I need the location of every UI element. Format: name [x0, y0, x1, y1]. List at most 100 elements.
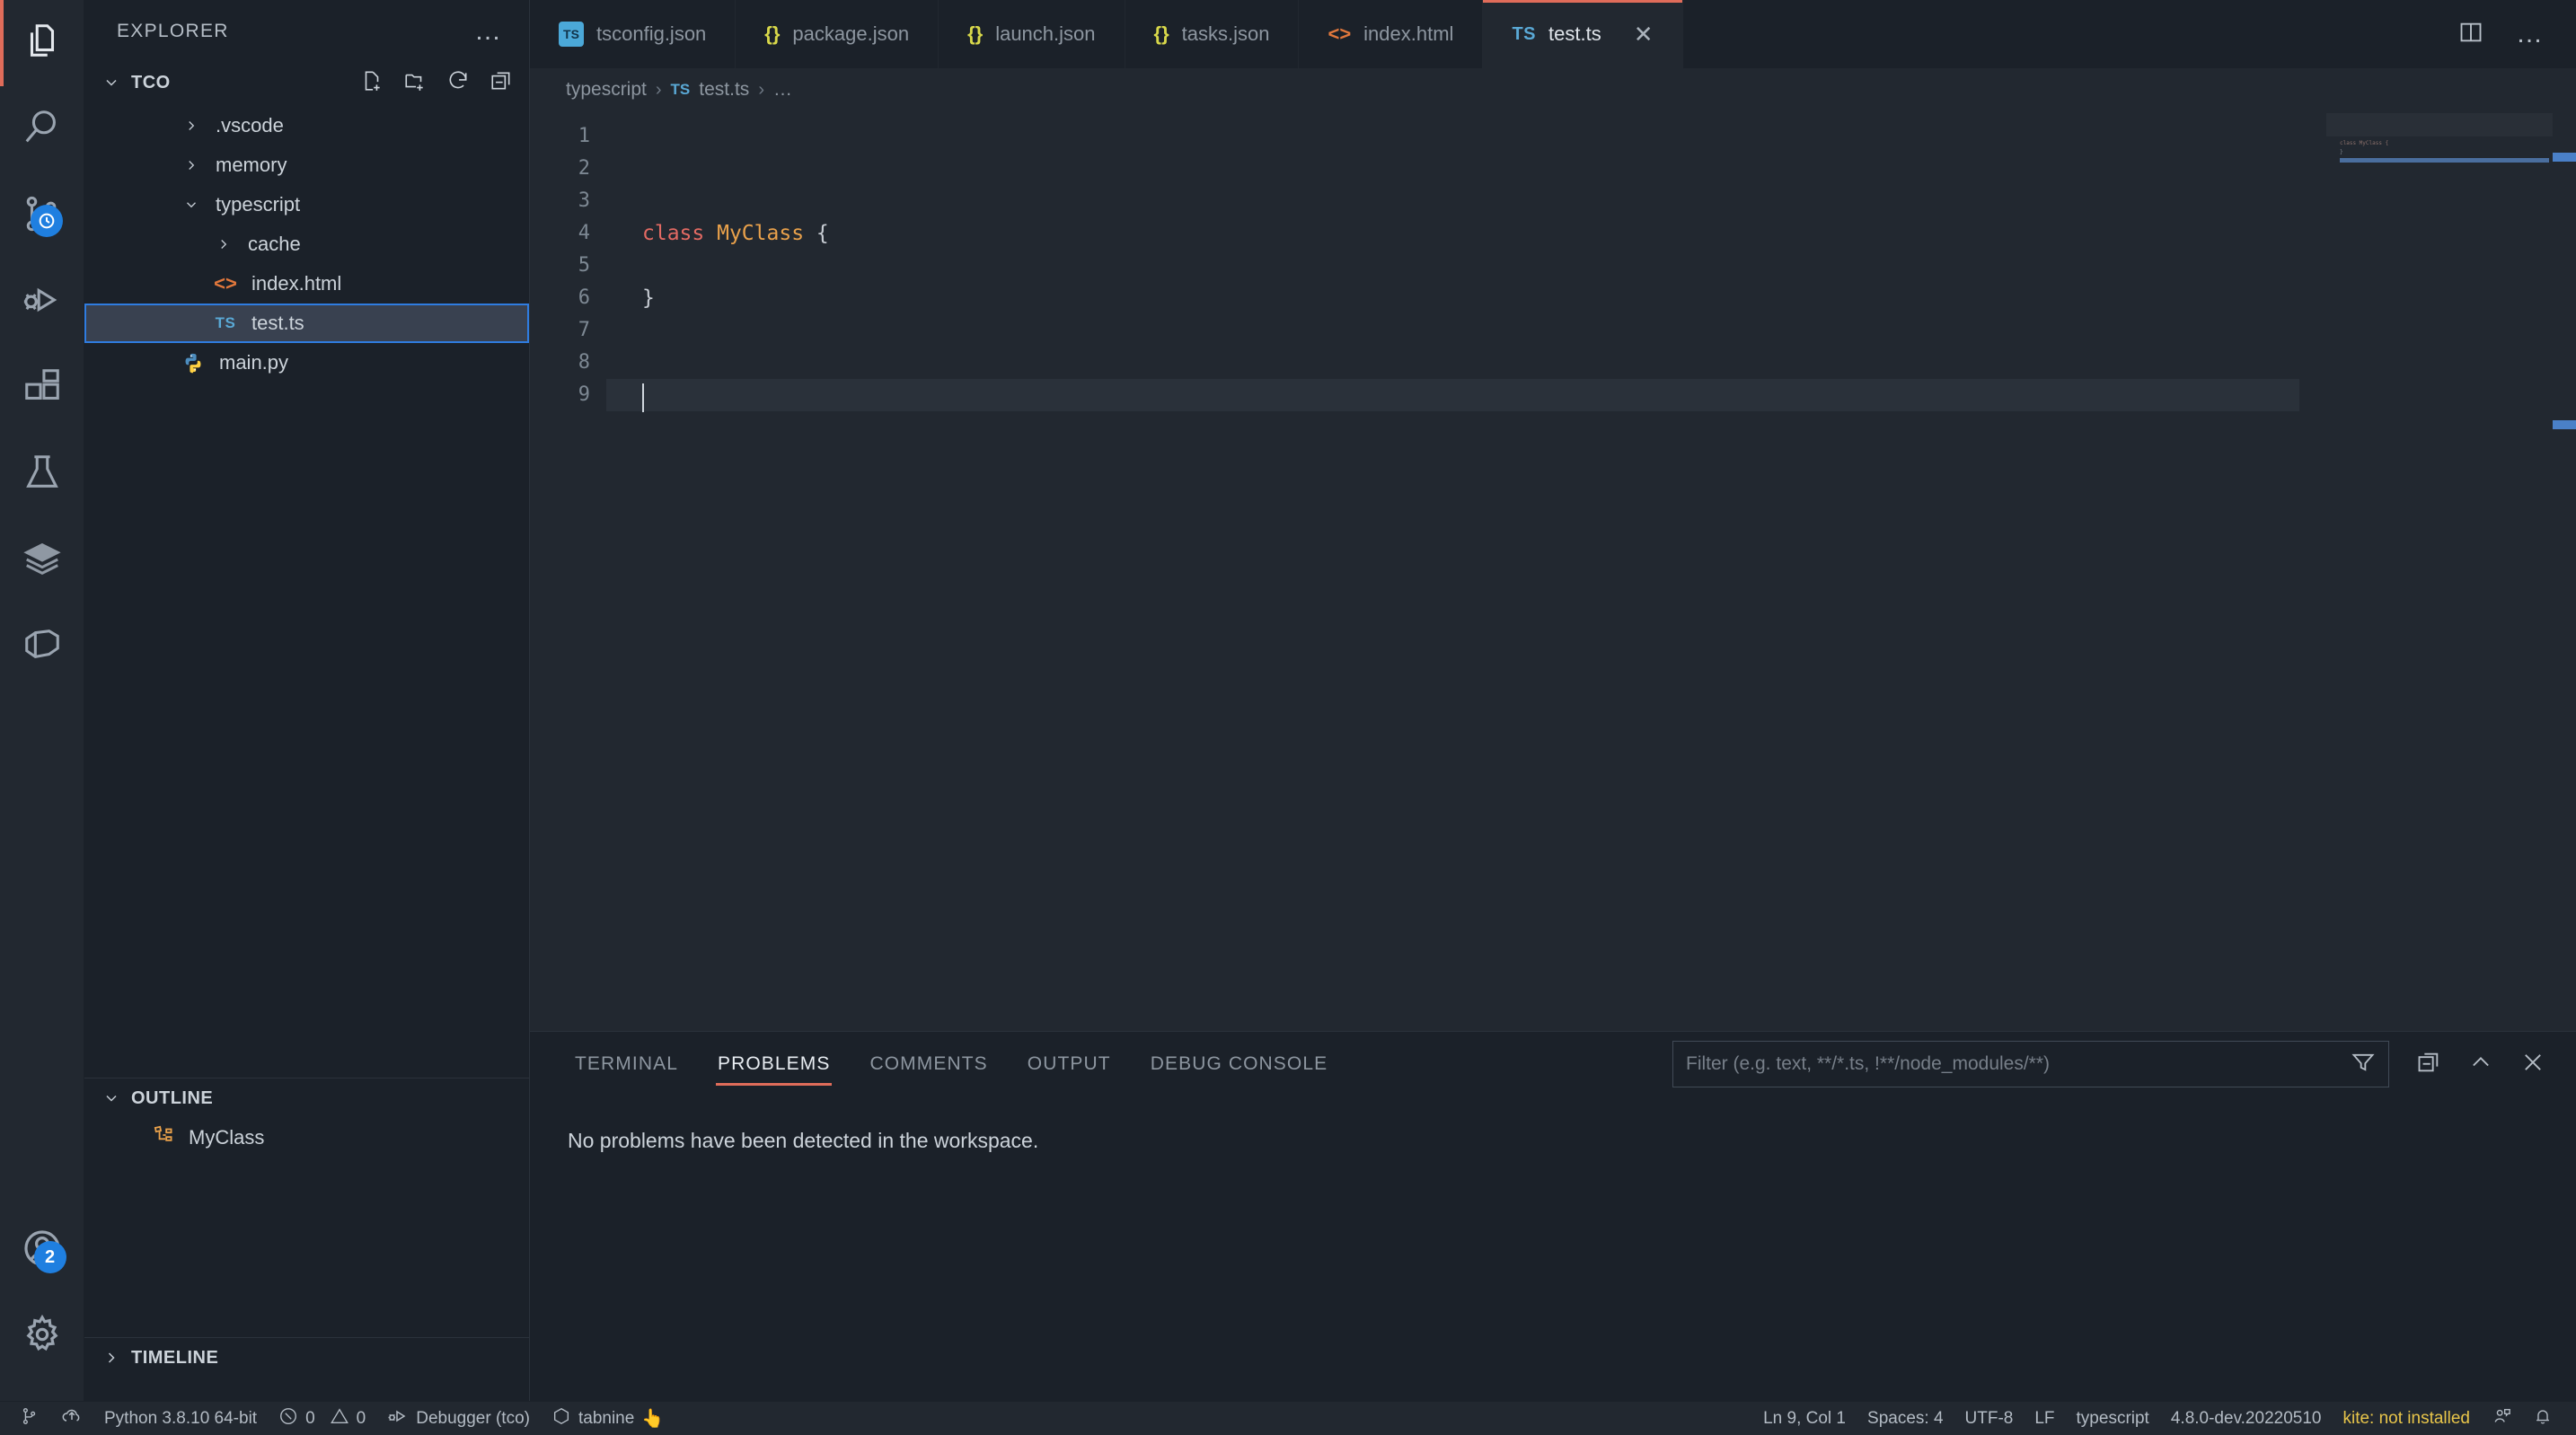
tree-row-cache[interactable]: cache: [84, 224, 529, 264]
tree-row-index-html[interactable]: <> index.html: [84, 264, 529, 304]
chevron-right-icon: ›: [758, 79, 764, 100]
split-editor-icon[interactable]: [2458, 20, 2483, 49]
tab-label: package.json: [792, 22, 910, 45]
status-problems-count[interactable]: 0 0: [268, 1402, 376, 1435]
timeline-section-header[interactable]: TIMELINE: [84, 1338, 529, 1378]
status-python-interpreter[interactable]: Python 3.8.10 64-bit: [93, 1402, 268, 1435]
warning-icon: [330, 1406, 349, 1431]
sidebar-title: EXPLORER: [117, 21, 229, 41]
outline-title: OUTLINE: [131, 1087, 214, 1108]
tab-launch-json[interactable]: {} launch.json: [939, 0, 1125, 68]
status-cursor-position[interactable]: Ln 9, Col 1: [1752, 1402, 1857, 1435]
activity-item-run-and-debug[interactable]: [0, 259, 84, 345]
activity-item-accounts[interactable]: 2: [0, 1207, 84, 1293]
ts-icon: TS: [670, 81, 691, 98]
panel-tab-comments[interactable]: COMMENTS: [850, 1032, 1007, 1096]
token-keyword: class: [642, 222, 705, 245]
debug-alt-icon: [387, 1405, 409, 1432]
more-actions-icon[interactable]: …: [2516, 21, 2545, 48]
sidebar: EXPLORER … TCO .vscode memory typescript…: [84, 0, 530, 1401]
tab-tasks-json[interactable]: {} tasks.json: [1125, 0, 1300, 68]
line-number: 6: [578, 286, 590, 309]
filter-icon[interactable]: [2351, 1050, 2376, 1079]
tab-label: tsconfig.json: [596, 22, 707, 45]
tree-row-typescript[interactable]: typescript: [84, 185, 529, 224]
outline-item-myclass[interactable]: MyClass: [84, 1118, 529, 1158]
tab-package-json[interactable]: {} package.json: [736, 0, 940, 68]
breadcrumb-item-folder[interactable]: typescript: [566, 79, 647, 101]
tab-list: TS tsconfig.json {} package.json {} laun…: [530, 0, 1683, 68]
extensions-icon: [22, 365, 63, 411]
sidebar-title-bar: EXPLORER …: [84, 0, 529, 63]
sidebar-more-actions-icon[interactable]: …: [474, 18, 504, 45]
html-icon: <>: [214, 272, 237, 295]
breadcrumb-item-file[interactable]: test.ts: [699, 79, 749, 101]
filter-input[interactable]: [1686, 1053, 2340, 1075]
activity-item-search[interactable]: [0, 86, 84, 172]
tree-row-vscode[interactable]: .vscode: [84, 106, 529, 145]
code-line: class MyClass {: [606, 217, 2576, 250]
editor-actions: …: [2458, 0, 2576, 68]
problems-filter[interactable]: [1672, 1041, 2389, 1087]
status-eol[interactable]: LF: [2024, 1402, 2065, 1435]
tree-row-test-ts[interactable]: TS test.ts: [84, 304, 529, 343]
collapse-all-icon[interactable]: [490, 69, 513, 97]
activity-item-explorer[interactable]: [0, 0, 84, 86]
status-kite[interactable]: kite: not installed: [2332, 1402, 2481, 1435]
status-remote-indicator[interactable]: [0, 1402, 50, 1435]
tab-test-ts[interactable]: TS test.ts ✕: [1483, 0, 1683, 68]
status-tabnine[interactable]: tabnine 👆: [541, 1402, 675, 1435]
status-encoding[interactable]: UTF-8: [1954, 1402, 2025, 1435]
chevron-down-icon: [101, 1089, 122, 1107]
symbol-class-icon: [153, 1123, 176, 1152]
overview-cursor-mark: [2553, 153, 2576, 162]
status-language-mode[interactable]: typescript: [2066, 1402, 2160, 1435]
breadcrumb-item-symbols[interactable]: …: [773, 79, 792, 101]
tree-label: test.ts: [251, 312, 304, 334]
new-folder-icon[interactable]: [403, 69, 427, 97]
remote-icon: [20, 1406, 40, 1431]
activity-item-testing[interactable]: [0, 431, 84, 517]
tree-row-memory[interactable]: memory: [84, 145, 529, 185]
tab-index-html[interactable]: <> index.html: [1299, 0, 1484, 68]
panel-tab-output[interactable]: OUTPUT: [1008, 1032, 1131, 1096]
clear-icon[interactable]: [2416, 1050, 2441, 1079]
maximize-panel-icon[interactable]: [2468, 1050, 2493, 1079]
tab-label: test.ts: [1548, 22, 1601, 45]
tree-row-main-py[interactable]: main.py: [84, 343, 529, 383]
activity-bar-bottom: 2: [0, 1207, 84, 1401]
activity-item-remote-explorer[interactable]: [0, 517, 84, 603]
editor-group: TS tsconfig.json {} package.json {} laun…: [530, 0, 2576, 1401]
line-number: 7: [578, 319, 590, 341]
accounts-badge: 2: [33, 1241, 66, 1273]
activity-item-extensions[interactable]: [0, 345, 84, 431]
status-debugger[interactable]: Debugger (tco): [376, 1402, 541, 1435]
file-tree: .vscode memory typescript cache <> index…: [84, 102, 529, 383]
panel-tab-problems[interactable]: PROBLEMS: [698, 1032, 851, 1096]
activity-item-docker[interactable]: [0, 603, 84, 690]
refresh-icon[interactable]: [446, 69, 470, 97]
status-notifications[interactable]: [2522, 1402, 2563, 1435]
status-sync-changes[interactable]: [50, 1402, 93, 1435]
code-editor[interactable]: 1 2 3 4 5 6 7 8 9 class MyClass { } clas…: [530, 111, 2576, 1031]
token-punctuation: {: [804, 222, 829, 245]
cloud-upload-icon: [61, 1405, 83, 1432]
status-indentation[interactable]: Spaces: 4: [1857, 1402, 1954, 1435]
status-feedback[interactable]: [2481, 1402, 2522, 1435]
panel-tab-terminal[interactable]: TERMINAL: [555, 1032, 698, 1096]
activity-item-source-control[interactable]: [0, 172, 84, 259]
code-lines[interactable]: class MyClass { }: [606, 111, 2576, 1031]
panel-tab-debug-console[interactable]: DEBUG CONSOLE: [1131, 1032, 1348, 1096]
outline-section-header[interactable]: OUTLINE: [84, 1078, 529, 1118]
explorer-section-header[interactable]: TCO: [84, 63, 529, 102]
close-icon[interactable]: ✕: [1634, 22, 1654, 46]
status-typescript-version[interactable]: 4.8.0-dev.20220510: [2160, 1402, 2333, 1435]
activity-item-manage[interactable]: [0, 1293, 84, 1379]
close-panel-icon[interactable]: [2520, 1050, 2545, 1079]
new-file-icon[interactable]: [360, 69, 384, 97]
overview-ruler[interactable]: [2553, 111, 2576, 1031]
tab-label: launch.json: [995, 22, 1096, 45]
tab-tsconfig-json[interactable]: TS tsconfig.json: [530, 0, 737, 68]
